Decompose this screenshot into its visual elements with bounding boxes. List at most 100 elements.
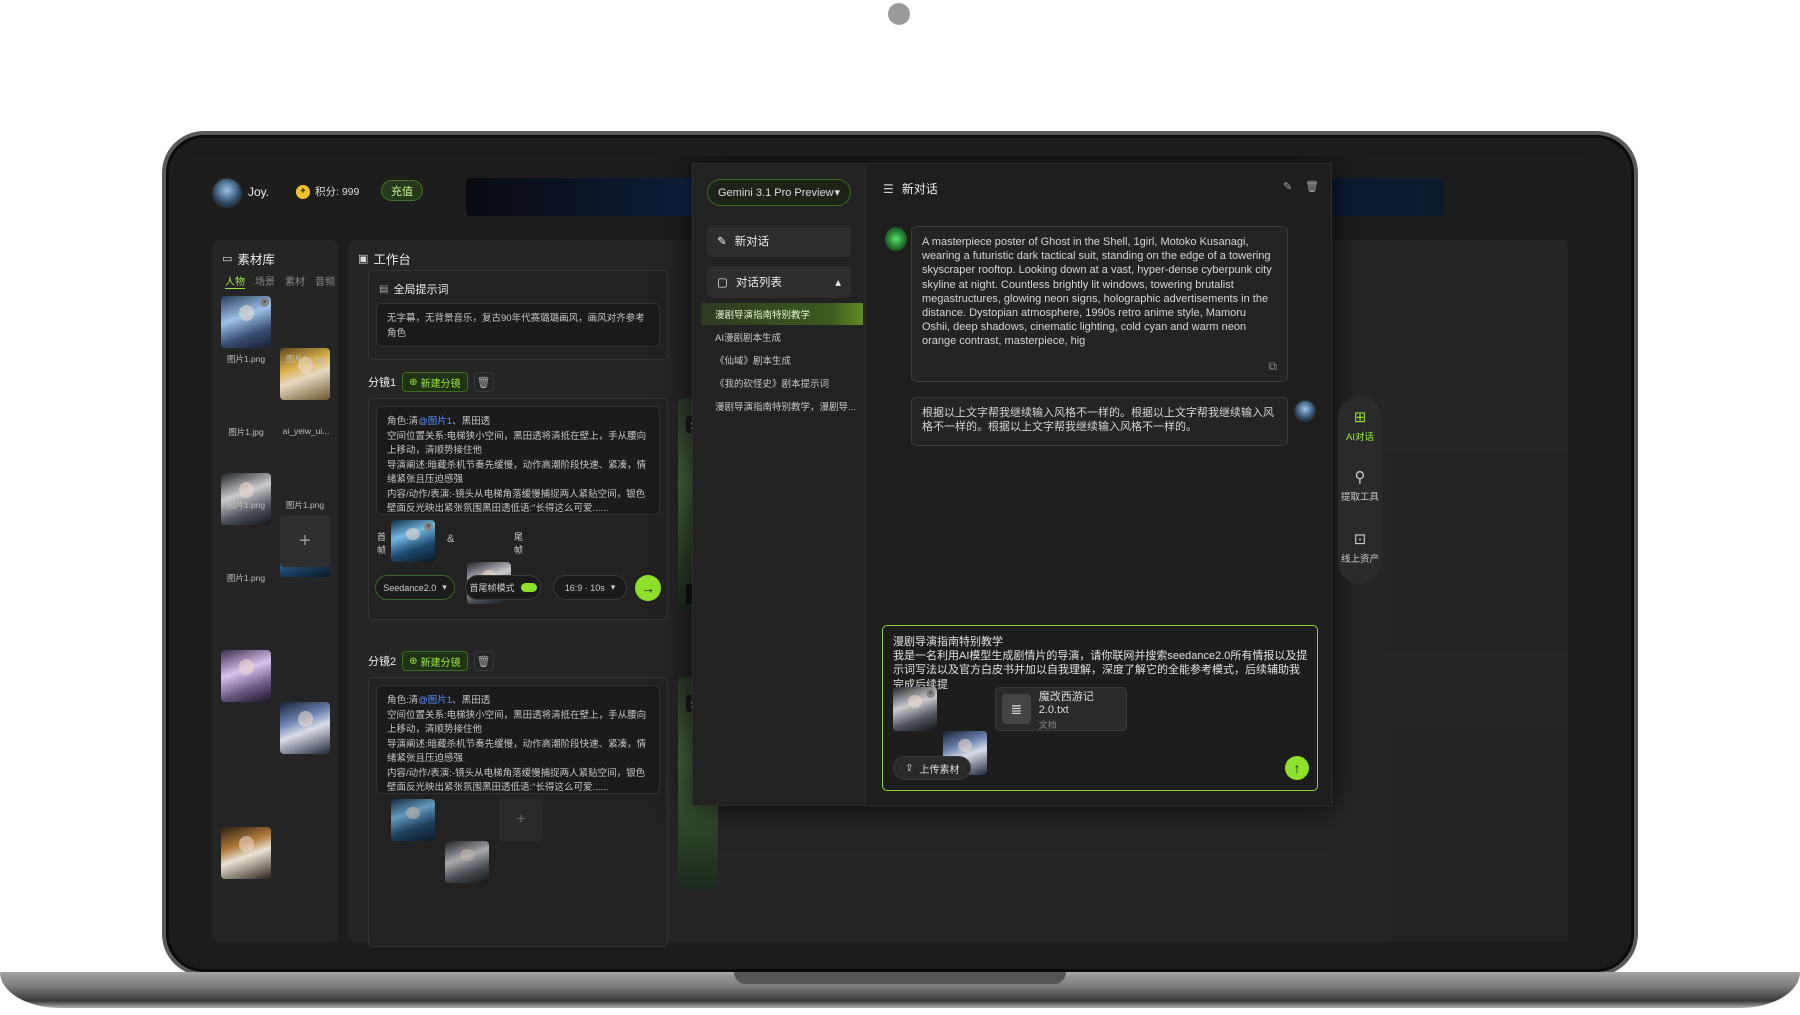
ai-chat-icon: ⊞ — [1353, 409, 1367, 426]
add-shot-icon: ⊕ — [409, 376, 418, 388]
points-display: ✦ 积分: 999 — [296, 184, 359, 199]
webcam — [888, 3, 910, 25]
prompt-line: 导演阐述:暗藏杀机节奏先缓慢，动作高潮阶段快速、紧凑，情绪紧张且压迫感强 — [387, 738, 647, 765]
copy-icon[interactable]: ⧉ — [1268, 359, 1277, 373]
new-shot-button[interactable]: ⊕ 新建分镜 — [402, 372, 468, 392]
upload-label: 上传素材 — [919, 764, 960, 776]
online-assets-icon: ⊡ — [1353, 531, 1367, 548]
conversation-item[interactable]: 《我的砍怪史》剧本提示词 — [701, 372, 863, 394]
monitor-icon: ▣ — [358, 253, 369, 265]
conversation-list-toggle[interactable]: ▢ 对话列表 ▴ — [707, 266, 851, 298]
upload-cloud-icon: ⇪ — [905, 762, 914, 774]
right-column-card — [1388, 452, 1568, 652]
asset-label: 图片1.jpg — [228, 427, 264, 437]
conversation-item[interactable]: AI漫剧剧本生成 — [701, 326, 863, 348]
role-link[interactable]: @图片1 — [418, 695, 452, 706]
user-avatar — [1294, 400, 1316, 422]
asset-thumbnail[interactable] — [280, 702, 330, 754]
chat-input-text[interactable]: 漫剧导演指南特别教学 我是一名利用AI模型生成剧情片的导演，请你联网并搜索see… — [893, 635, 1309, 692]
asset-label: 图片1.png — [285, 354, 325, 364]
user-name: Joy. — [248, 185, 270, 199]
rail-item-ai-chat[interactable]: ⊞ AI对话 — [1338, 408, 1382, 443]
input-title: 漫剧导演指南特别教学 — [893, 636, 1003, 648]
right-tool-rail: ⊞ AI对话 ⚲ 提取工具 ⊡ 线上资产 — [1338, 396, 1382, 584]
tab-audio[interactable]: 音频 — [315, 273, 335, 289]
ratio-select[interactable]: 16:9 · 10s ▾ — [553, 575, 627, 600]
generate-button[interactable]: → — [635, 575, 661, 601]
asset-thumbnail[interactable] — [221, 827, 271, 879]
attachment-image[interactable]: × — [893, 687, 937, 731]
recharge-button[interactable]: 充值 — [381, 180, 423, 201]
upload-button[interactable]: ⇪ 上传素材 — [893, 756, 972, 780]
global-prompt-input[interactable]: 无字幕，无背景音乐，复古90年代赛璐璐画风，画风对齐参考角色 — [376, 303, 660, 347]
attachment-file[interactable]: ≣ 魔改西游记2.0.txt 文档 — [995, 687, 1127, 731]
last-frame-image[interactable] — [445, 841, 489, 883]
trash-icon[interactable]: 🗑 — [1305, 180, 1319, 193]
new-shot-button[interactable]: ⊕ 新建分镜 — [402, 651, 468, 671]
user-message: 根据以上文字帮我继续输入风格不一样的。根据以上文字帮我继续输入风格不一样的。根据… — [911, 397, 1288, 446]
remove-icon[interactable]: × — [424, 522, 433, 531]
shot-prompt-input[interactable]: 角色:清@图片1、黑田透 空间位置关系:电梯狭小空间，黑田透将清抵在壁上，手从腰… — [376, 406, 660, 515]
arrow-up-icon: ↑ — [1293, 760, 1301, 776]
shot-prompt-input[interactable]: 角色:清@图片1、黑田透 空间位置关系:电梯狭小空间，黑田透将清抵在壁上，手从腰… — [376, 685, 660, 794]
workspace-title: 工作台 — [373, 253, 411, 267]
conversation-item[interactable]: 《仙域》剧本生成 — [701, 349, 863, 371]
input-body: 我是一名利用AI模型生成剧情片的导演，请你联网并搜索seedance2.0所有情… — [893, 650, 1308, 691]
bot-message-text: A masterpiece poster of Ghost in the She… — [922, 236, 1272, 348]
file-type: 文档 — [1038, 719, 1057, 730]
new-chat-button[interactable]: ✎ 新对话 — [707, 225, 851, 257]
new-chat-label: 新对话 — [734, 236, 770, 248]
role-suffix: 、黑田透 — [452, 416, 491, 427]
mode-label: 首尾帧模式 — [469, 583, 515, 593]
role-link[interactable]: @图片1 — [418, 416, 452, 427]
send-button[interactable]: ↑ — [1285, 756, 1309, 780]
frame-mode-toggle[interactable]: 首尾帧模式 — [465, 575, 541, 600]
model-name: Gemini 3.1 Pro Preview — [718, 186, 834, 199]
asset-thumbnail[interactable]: × — [221, 296, 271, 348]
shot-title: 分镜2 — [368, 656, 397, 668]
chevron-up-icon: ▴ — [835, 277, 841, 289]
app-screen: Joy. ✦ 积分: 999 充值 ▭ 素材库 人物 场景 素材 音频 × 图片… — [190, 156, 1590, 953]
shot-header: 分镜1 ⊕ 新建分镜 🗑 — [368, 372, 494, 392]
library-title: 素材库 — [237, 253, 275, 267]
delete-shot-button[interactable]: 🗑 — [473, 651, 494, 671]
remove-icon[interactable]: × — [260, 298, 269, 307]
ai-chat-panel: Gemini 3.1 Pro Preview ▾ ✎ 新对话 ▢ 对话列表 ▴ 漫… — [692, 163, 1332, 806]
edit-icon[interactable]: ✎ — [1283, 180, 1292, 193]
ratio-value: 16:9 · 10s — [564, 582, 605, 593]
bot-avatar — [885, 227, 907, 251]
tab-characters[interactable]: 人物 — [225, 273, 245, 289]
rail-item-online-assets[interactable]: ⊡ 线上资产 — [1338, 530, 1382, 565]
asset-thumbnail[interactable] — [221, 650, 271, 702]
first-frame-label: 首帧 — [377, 532, 387, 555]
remove-icon[interactable]: × — [926, 689, 935, 698]
rail-item-extract-tool[interactable]: ⚲ 提取工具 — [1338, 468, 1382, 503]
first-frame-image[interactable] — [391, 799, 435, 841]
tab-scenes[interactable]: 场景 — [255, 273, 275, 289]
conversation-item[interactable]: 漫剧导演指南特别教学，漫剧导... — [701, 395, 863, 417]
first-frame-image[interactable]: × — [391, 520, 435, 562]
global-prompt-card: ▤ 全局提示词 无字幕，无背景音乐，复古90年代赛璐璐画风，画风对齐参考角色 — [368, 270, 668, 360]
right-column-card — [1388, 730, 1568, 942]
tab-materials[interactable]: 素材 — [285, 273, 305, 289]
workspace-header: ▣ 工作台 — [358, 249, 411, 268]
menu-icon[interactable]: ☰ — [883, 182, 894, 196]
delete-shot-button[interactable]: 🗑 — [473, 372, 494, 392]
laptop-base — [0, 972, 1800, 1015]
add-shot-icon: ⊕ — [409, 655, 418, 667]
model-selector[interactable]: Gemini 3.1 Pro Preview ▾ — [707, 179, 851, 206]
model-select[interactable]: Seedance2.0 ▾ — [375, 575, 455, 600]
conversation-item[interactable]: 漫剧导演指南特别教学 — [701, 303, 863, 325]
chat-header: ☰ 新对话 — [883, 180, 938, 197]
asset-label: 图片1.png — [285, 500, 325, 510]
rail-label: 提取工具 — [1340, 492, 1379, 503]
asset-label: 图片1.png — [226, 500, 266, 510]
global-prompt-header: ▤ 全局提示词 — [379, 281, 448, 297]
chat-input-box[interactable]: 漫剧导演指南特别教学 我是一名利用AI模型生成剧情片的导演，请你联网并搜索see… — [882, 625, 1318, 791]
arrow-right-icon: → — [641, 580, 655, 596]
user-avatar[interactable] — [212, 178, 242, 208]
model-value: Seedance2.0 — [383, 582, 437, 593]
add-asset-button[interactable]: + — [280, 515, 330, 567]
add-frame-button[interactable]: + — [499, 799, 543, 841]
global-prompt-title: 全局提示词 — [393, 284, 449, 296]
